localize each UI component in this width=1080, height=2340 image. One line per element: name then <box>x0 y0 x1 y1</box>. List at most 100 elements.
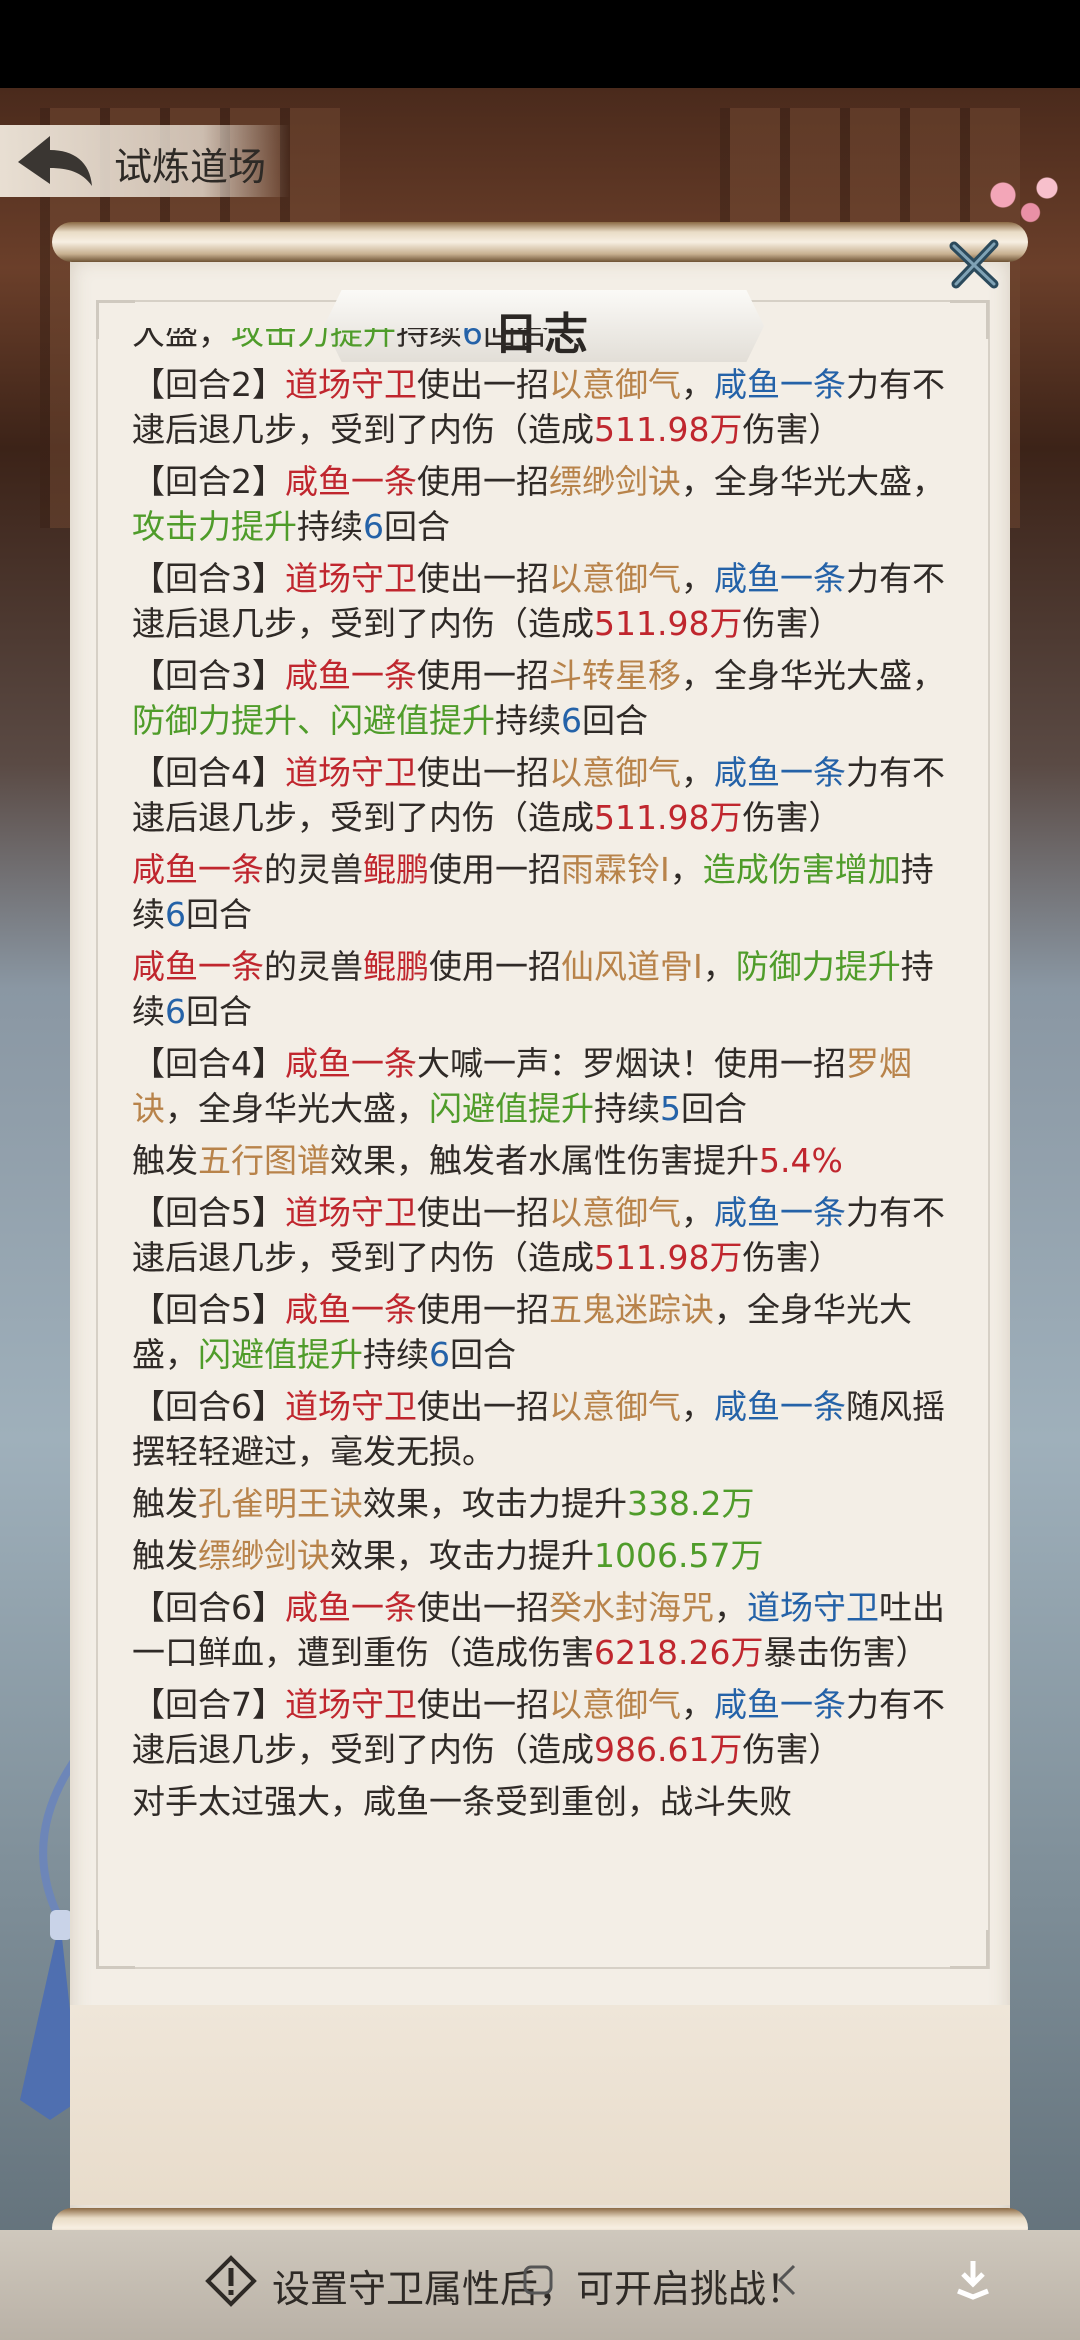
log-text: 以意御气 <box>549 1685 681 1724</box>
log-text: 攻击力提升 <box>132 507 297 546</box>
log-text: 伤害） <box>742 798 842 837</box>
log-text: 511.98万 <box>594 1238 743 1277</box>
log-text: ， <box>681 365 714 404</box>
log-text: 鲲鹏 <box>363 850 429 889</box>
log-text: 回合 <box>186 992 252 1031</box>
log-text: 防御力提升、闪避值提升 <box>132 701 495 740</box>
log-text: 伤害） <box>742 1238 842 1277</box>
log-text: 6 <box>363 507 384 546</box>
log-entry: 【回合4】道场守卫使出一招以意御气，咸鱼一条力有不逮后退几步，受到了内伤（造成5… <box>132 750 952 840</box>
log-text: 咸鱼一条 <box>714 1685 846 1724</box>
log-text: 效果，攻击力提升 <box>363 1484 627 1523</box>
log-text: 道场守卫 <box>285 1193 417 1232</box>
log-text: 道场守卫 <box>285 559 417 598</box>
log-text: 道场守卫 <box>747 1588 879 1627</box>
log-text: 攻击力提升 <box>231 328 396 352</box>
frame-corner <box>950 300 989 339</box>
log-text: 咸鱼一条 <box>285 1588 417 1627</box>
log-text: 使用一招 <box>429 947 561 986</box>
log-text: 以意御气 <box>549 1387 681 1426</box>
page-title: 试炼道场 <box>114 145 267 189</box>
log-text: 咸鱼一条 <box>714 365 846 404</box>
log-text: 511.98万 <box>594 604 743 643</box>
log-text: 鲲鹏 <box>363 947 429 986</box>
home-nav-icon[interactable] <box>520 2262 556 2298</box>
log-text: 道场守卫 <box>285 1387 417 1426</box>
log-text: 大盛， <box>132 328 231 352</box>
battle-log[interactable]: 大盛，攻击力提升持续6回合 【回合2】道场守卫使出一招以意御气，咸鱼一条力有不逮后… <box>132 328 952 1970</box>
log-entry: 【回合5】咸鱼一条使用一招五鬼迷踪诀，全身华光大盛，闪避值提升持续6回合 <box>132 1287 952 1377</box>
log-entry: 【回合6】道场守卫使出一招以意御气，咸鱼一条随风摇摆轻轻避过，毫发无损。 <box>132 1384 952 1474</box>
log-text: 6 <box>561 701 582 740</box>
download-icon[interactable] <box>950 2255 996 2301</box>
log-text: ， <box>681 753 714 792</box>
log-text: 的灵兽 <box>264 850 363 889</box>
log-entry: 【回合7】道场守卫使出一招以意御气，咸鱼一条力有不逮后退几步，受到了内伤（造成9… <box>132 1682 952 1772</box>
log-text: ， <box>669 850 703 889</box>
log-entry: 【回合3】咸鱼一条使用一招斗转星移，全身华光大盛， 防御力提升、闪避值提升持续6回… <box>132 653 952 743</box>
log-text: 6 <box>165 992 186 1031</box>
log-text: 触发 <box>132 1484 198 1523</box>
log-text: 【回合5】 <box>132 1193 285 1232</box>
log-text: 仙风道骨I <box>561 947 703 986</box>
blossom-decoration <box>970 160 1080 230</box>
log-text: 338.2万 <box>627 1484 755 1523</box>
log-text: 五行图谱 <box>198 1141 330 1180</box>
log-text: 6 <box>429 1335 450 1374</box>
log-text: ，全身华光大盛， <box>165 1089 429 1128</box>
log-text: 防御力提升 <box>735 947 901 986</box>
log-text: 【回合2】 <box>132 462 285 501</box>
log-entry: 【回合2】咸鱼一条使用一招缥缈剑诀，全身华光大盛， 攻击力提升持续6回合 <box>132 459 952 549</box>
close-icon[interactable] <box>944 234 1004 294</box>
log-text: 使用一招 <box>417 656 549 695</box>
log-entry: 【回合4】咸鱼一条大喊一声：罗烟诀！使用一招罗烟诀，全身华光大盛，闪避值提升持续… <box>132 1041 952 1131</box>
log-text: ， <box>681 1685 714 1724</box>
scroll-paper-bottom <box>70 2005 1010 2205</box>
log-text: 回合 <box>681 1089 747 1128</box>
log-text: 对手太过强大，咸鱼一条受到重创，战斗失败 <box>132 1782 792 1821</box>
log-text: 持续 <box>363 1335 429 1374</box>
log-entry: 触发缥缈剑诀效果，攻击力提升1006.57万 <box>132 1533 952 1578</box>
log-text: ，全身华光大盛， <box>681 656 945 695</box>
log-text: 511.98万 <box>594 410 743 449</box>
log-text: 持续 <box>297 507 363 546</box>
log-text: 使出一招 <box>417 1588 549 1627</box>
log-text: 986.61万 <box>594 1730 743 1769</box>
log-text: 【回合7】 <box>132 1685 285 1724</box>
log-entry: 触发孔雀明王诀效果，攻击力提升338.2万 <box>132 1481 952 1526</box>
log-text: 1006.57万 <box>594 1536 764 1575</box>
log-text: 使出一招 <box>417 1193 549 1232</box>
log-text: 5.4% <box>759 1141 843 1180</box>
log-text: 以意御气 <box>549 559 681 598</box>
frame-corner <box>96 1930 135 1969</box>
log-text: 【回合4】 <box>132 1044 285 1083</box>
log-text: 缥缈剑诀 <box>198 1536 330 1575</box>
log-text: 持续 <box>396 328 462 352</box>
log-text: 【回合6】 <box>132 1387 285 1426</box>
log-text: ， <box>681 1193 714 1232</box>
log-text: 回合 <box>582 701 648 740</box>
log-text: 咸鱼一条 <box>714 559 846 598</box>
log-text: ， <box>681 559 714 598</box>
log-text: 持续 <box>594 1089 660 1128</box>
log-text: 6 <box>165 895 186 934</box>
log-text: 511.98万 <box>594 798 743 837</box>
log-text: 咸鱼一条 <box>714 1193 846 1232</box>
log-entry: 触发五行图谱效果，触发者水属性伤害提升5.4% <box>132 1138 952 1183</box>
log-text: 使用一招 <box>417 1290 549 1329</box>
log-text: 闪避值提升 <box>429 1089 594 1128</box>
back-nav-icon[interactable] <box>770 2262 806 2298</box>
log-entry: 大盛，攻击力提升持续6回合 <box>132 328 952 355</box>
log-text: 【回合2】 <box>132 365 285 404</box>
log-text: 斗转星移 <box>549 656 681 695</box>
log-text: 伤害） <box>742 1730 842 1769</box>
log-text: 效果，攻击力提升 <box>330 1536 594 1575</box>
log-text: 使出一招 <box>417 1685 549 1724</box>
log-text: 雨霖铃I <box>561 850 670 889</box>
log-text: 使用一招 <box>429 850 561 889</box>
log-text: 咸鱼一条 <box>132 947 264 986</box>
log-entry: 咸鱼一条的灵兽鲲鹏使用一招雨霖铃I，造成伤害增加持续6回合 <box>132 847 952 937</box>
back-arrow-icon[interactable] <box>12 128 96 194</box>
log-text: 道场守卫 <box>285 365 417 404</box>
log-text: ， <box>714 1588 747 1627</box>
